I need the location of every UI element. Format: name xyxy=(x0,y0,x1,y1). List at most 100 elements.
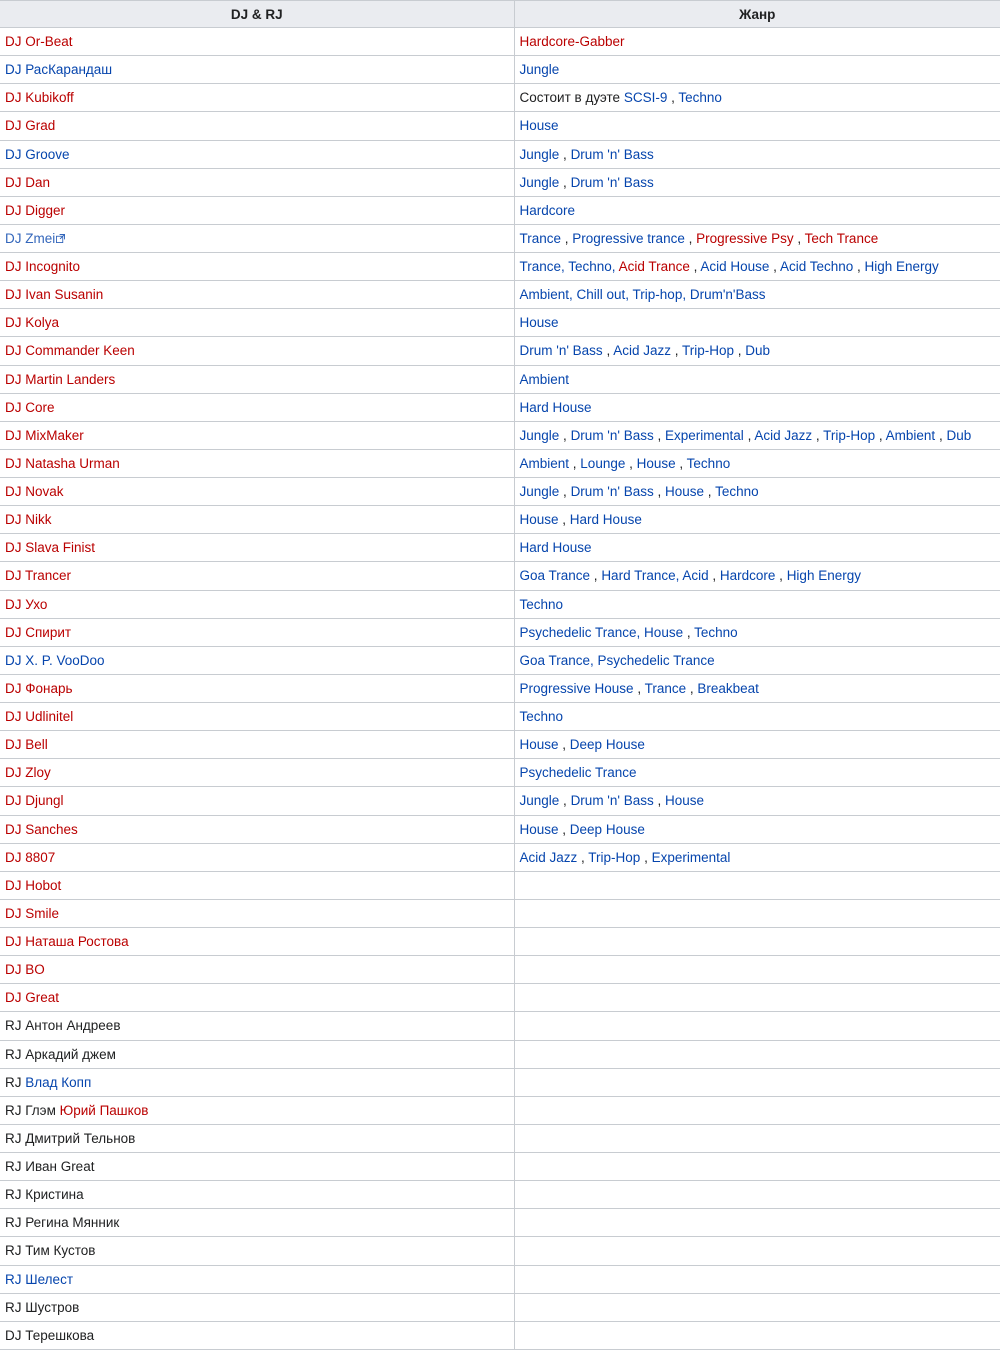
genre-link[interactable]: Techno xyxy=(520,709,564,724)
dj-link[interactable]: DJ Bell xyxy=(5,737,48,752)
genre-link[interactable]: Jungle xyxy=(520,484,560,499)
dj-link[interactable]: Влад Копп xyxy=(25,1075,91,1090)
genre-link[interactable]: Dub xyxy=(946,428,971,443)
genre-link[interactable]: Acid Jazz xyxy=(520,850,578,865)
dj-link[interactable]: DJ Ivan Susanin xyxy=(5,287,103,302)
dj-link[interactable]: DJ Kubikoff xyxy=(5,90,74,105)
genre-link[interactable]: SCSI-9 xyxy=(624,90,668,105)
dj-link[interactable]: DJ Zmei xyxy=(5,231,55,246)
genre-link[interactable]: Experimental xyxy=(652,850,731,865)
genre-link[interactable]: House xyxy=(520,315,559,330)
genre-link[interactable]: Drum 'n' Bass xyxy=(571,147,654,162)
genre-link[interactable]: House xyxy=(520,737,559,752)
genre-link[interactable]: Drum 'n' Bass xyxy=(571,793,654,808)
dj-link[interactable]: DJ РасКарандаш xyxy=(5,62,112,77)
genre-link[interactable]: Hardcore-Gabber xyxy=(520,34,625,49)
dj-link[interactable]: DJ 8807 xyxy=(5,850,55,865)
dj-link[interactable]: DJ MixMaker xyxy=(5,428,84,443)
genre-link[interactable]: Jungle xyxy=(520,175,560,190)
genre-link[interactable]: Trip-Hop xyxy=(588,850,640,865)
genre-link[interactable]: Psychedelic Trance xyxy=(520,765,637,780)
genre-link[interactable]: Techno xyxy=(694,625,738,640)
genre-link[interactable]: Hard House xyxy=(520,400,592,415)
genre-link[interactable]: Techno xyxy=(520,597,564,612)
genre-link[interactable]: House xyxy=(520,118,559,133)
genre-link[interactable]: Hard House xyxy=(520,540,592,555)
genre-link[interactable]: Experimental xyxy=(665,428,744,443)
genre-link[interactable]: Drum 'n' Bass xyxy=(571,428,654,443)
genre-link[interactable]: Trance xyxy=(520,231,562,246)
dj-link[interactable]: DJ Фонарь xyxy=(5,681,73,696)
genre-link[interactable]: Techno xyxy=(687,456,731,471)
genre-link[interactable]: Progressive trance xyxy=(572,231,685,246)
dj-link[interactable]: DJ Kolya xyxy=(5,315,59,330)
dj-link[interactable]: DJ BO xyxy=(5,962,45,977)
genre-link[interactable]: High Energy xyxy=(865,259,939,274)
genre-link[interactable]: Breakbeat xyxy=(697,681,759,696)
dj-link[interactable]: DJ Commander Keen xyxy=(5,343,135,358)
dj-link[interactable]: DJ Sanches xyxy=(5,822,78,837)
genre-link[interactable]: Drum 'n' Bass xyxy=(520,343,603,358)
genre-link[interactable]: Trance, Techno, xyxy=(520,259,619,274)
genre-link[interactable]: Goa Trance, Psychedelic Trance xyxy=(520,653,715,668)
genre-link[interactable]: Goa Trance xyxy=(520,568,591,583)
genre-link[interactable]: Ambient xyxy=(886,428,936,443)
genre-link[interactable]: House xyxy=(520,822,559,837)
genre-link[interactable]: Hardcore xyxy=(520,203,576,218)
genre-link[interactable]: Tech Trance xyxy=(805,231,879,246)
dj-link[interactable]: DJ Natasha Urman xyxy=(5,456,120,471)
dj-link[interactable]: DJ Trancer xyxy=(5,568,71,583)
dj-link[interactable]: DJ Incognito xyxy=(5,259,80,274)
dj-link[interactable]: DJ Digger xyxy=(5,203,65,218)
dj-link[interactable]: DJ Novak xyxy=(5,484,64,499)
genre-link[interactable]: Lounge xyxy=(580,456,625,471)
genre-link[interactable]: Hard House xyxy=(570,512,642,527)
genre-link[interactable]: Acid House xyxy=(700,259,769,274)
dj-link[interactable]: DJ Наташа Ростова xyxy=(5,934,129,949)
dj-link[interactable]: DJ Core xyxy=(5,400,55,415)
genre-link[interactable]: Acid Trance xyxy=(619,259,690,274)
dj-link[interactable]: Юрий Пашков xyxy=(60,1103,149,1118)
genre-link[interactable]: High Energy xyxy=(787,568,861,583)
dj-link[interactable]: DJ Or-Beat xyxy=(5,34,73,49)
genre-link[interactable]: Hardcore xyxy=(720,568,776,583)
genre-link[interactable]: Hard Trance, Acid xyxy=(601,568,708,583)
dj-link[interactable]: DJ Zloy xyxy=(5,765,51,780)
dj-link[interactable]: DJ Nikk xyxy=(5,512,52,527)
genre-link[interactable]: Techno xyxy=(715,484,759,499)
dj-link[interactable]: RJ Шелест xyxy=(5,1272,73,1287)
genre-link[interactable]: House xyxy=(520,512,559,527)
genre-link[interactable]: Jungle xyxy=(520,147,560,162)
genre-link[interactable]: Ambient xyxy=(520,456,570,471)
genre-link[interactable]: Drum 'n' Bass xyxy=(571,175,654,190)
genre-link[interactable]: Trance xyxy=(645,681,687,696)
dj-link[interactable]: DJ Slava Finist xyxy=(5,540,95,555)
genre-link[interactable]: Deep House xyxy=(570,737,645,752)
genre-link[interactable]: Ambient, Chill out, Trip-hop, Drum'n'Bas… xyxy=(520,287,766,302)
genre-link[interactable]: Trip-Hop xyxy=(682,343,734,358)
genre-link[interactable]: Techno xyxy=(678,90,722,105)
genre-link[interactable]: Acid Techno xyxy=(780,259,853,274)
genre-link[interactable]: Acid Jazz xyxy=(613,343,671,358)
dj-link[interactable]: DJ X. P. VooDoo xyxy=(5,653,105,668)
dj-link[interactable]: DJ Martin Landers xyxy=(5,372,115,387)
genre-link[interactable]: House xyxy=(665,484,704,499)
genre-link[interactable]: Jungle xyxy=(520,62,560,77)
dj-link[interactable]: DJ Спирит xyxy=(5,625,71,640)
dj-link[interactable]: DJ Udlinitel xyxy=(5,709,73,724)
genre-link[interactable]: Ambient xyxy=(520,372,570,387)
dj-link[interactable]: DJ Great xyxy=(5,990,59,1005)
dj-link[interactable]: DJ Djungl xyxy=(5,793,64,808)
genre-link[interactable]: Jungle xyxy=(520,428,560,443)
dj-link[interactable]: DJ Ухо xyxy=(5,597,47,612)
genre-link[interactable]: Jungle xyxy=(520,793,560,808)
genre-link[interactable]: Dub xyxy=(745,343,770,358)
genre-link[interactable]: Progressive House xyxy=(520,681,634,696)
genre-link[interactable]: Deep House xyxy=(570,822,645,837)
genre-link[interactable]: Drum 'n' Bass xyxy=(571,484,654,499)
dj-link[interactable]: DJ Hobot xyxy=(5,878,61,893)
dj-link[interactable]: DJ Dan xyxy=(5,175,50,190)
genre-link[interactable]: Progressive Psy xyxy=(696,231,794,246)
dj-link[interactable]: DJ Groove xyxy=(5,147,70,162)
dj-link[interactable]: DJ Grad xyxy=(5,118,55,133)
